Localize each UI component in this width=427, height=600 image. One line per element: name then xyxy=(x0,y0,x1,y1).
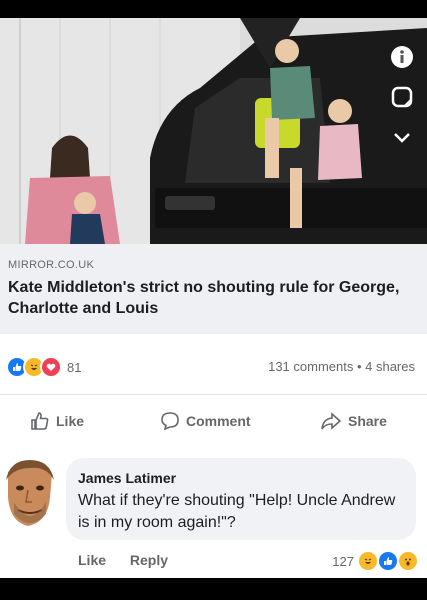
comment-reply-link[interactable]: Reply xyxy=(130,552,168,568)
share-label: Share xyxy=(348,413,387,429)
comment-like-link[interactable]: Like xyxy=(78,552,106,568)
post-stats-row: 81 131 comments • 4 shares xyxy=(0,334,427,394)
screenshot-frame: MIRROR.CO.UK Kate Middleton's strict no … xyxy=(0,0,427,600)
post-reactions[interactable]: 81 xyxy=(6,356,81,378)
commenter-avatar[interactable] xyxy=(0,452,58,532)
comment-reactions[interactable]: 127 xyxy=(332,550,419,572)
comment-label: Comment xyxy=(186,413,251,429)
share-arrow-icon xyxy=(321,412,342,430)
link-preview-image[interactable] xyxy=(0,18,427,244)
post-action-bar: Like Comment Share xyxy=(0,394,427,447)
comments-shares-count[interactable]: 131 comments • 4 shares xyxy=(268,359,415,374)
comment-author[interactable]: James Latimer xyxy=(78,470,176,486)
link-preview-card[interactable]: MIRROR.CO.UK Kate Middleton's strict no … xyxy=(0,244,427,334)
info-icon[interactable] xyxy=(389,44,415,70)
comment-icon xyxy=(161,412,179,431)
comment-bubble: James Latimer What if they're shouting "… xyxy=(66,458,416,540)
link-source: MIRROR.CO.UK xyxy=(8,259,95,271)
top-black-bar xyxy=(0,0,427,18)
overlay-icon-column xyxy=(389,44,415,150)
thumbs-up-icon xyxy=(31,412,49,430)
like-icon xyxy=(377,550,399,572)
comment-text: What if they're shouting "Help! Uncle An… xyxy=(78,492,396,531)
chevron-down-icon[interactable] xyxy=(389,124,415,150)
like-button[interactable]: Like xyxy=(30,411,84,431)
love-icon xyxy=(40,356,62,378)
comment-button[interactable]: Comment xyxy=(160,411,251,431)
comment-section: James Latimer What if they're shouting "… xyxy=(0,446,427,578)
haha-icon xyxy=(357,550,379,572)
family-photo xyxy=(0,18,427,244)
bottom-black-bar xyxy=(0,578,427,600)
like-label: Like xyxy=(56,413,85,429)
comment-reaction-count: 127 xyxy=(332,553,354,569)
sticker-icon[interactable] xyxy=(389,84,415,110)
share-button[interactable]: Share xyxy=(320,411,387,431)
reaction-count: 81 xyxy=(67,359,82,375)
comment-actions: Like Reply xyxy=(78,552,188,568)
link-headline[interactable]: Kate Middleton's strict no shouting rule… xyxy=(8,277,418,319)
wow-icon xyxy=(397,550,419,572)
